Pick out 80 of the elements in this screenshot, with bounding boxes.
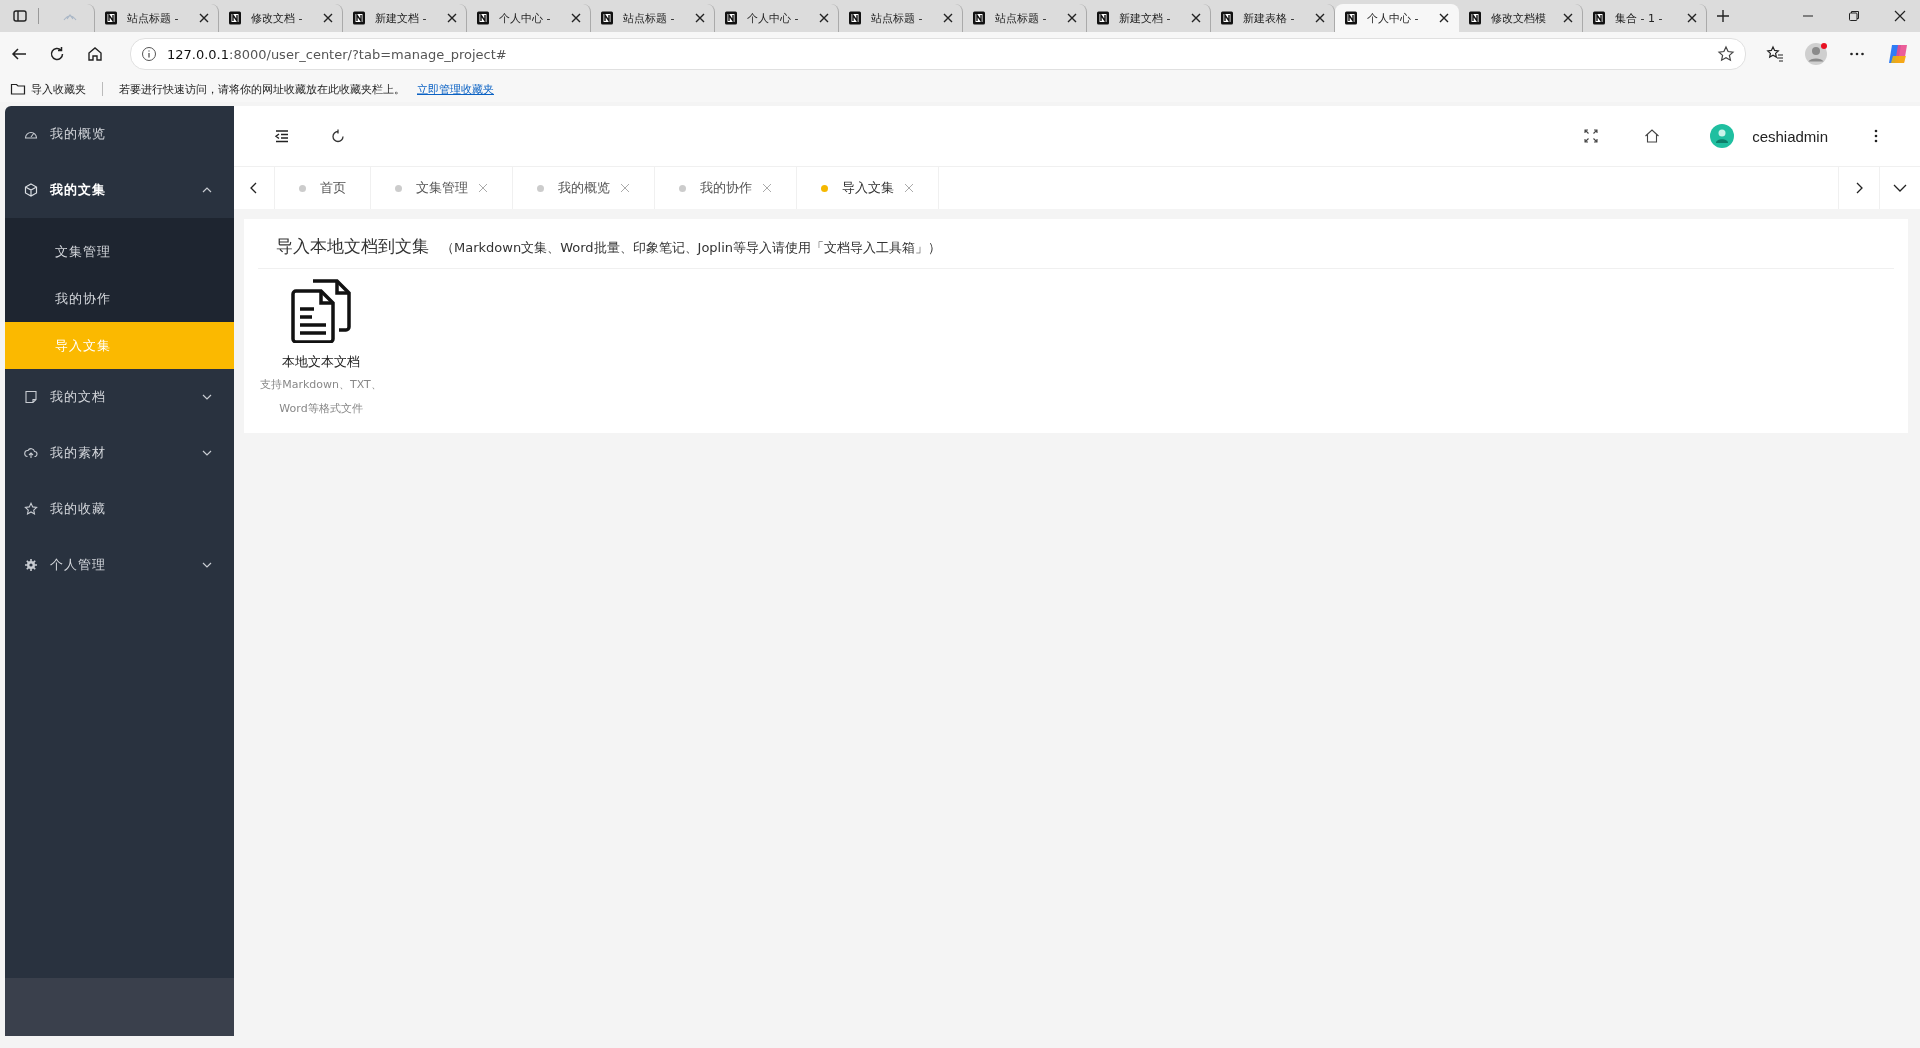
- import-favorites-button[interactable]: 导入收藏夹: [10, 81, 86, 97]
- info-icon: [141, 46, 157, 62]
- cube-icon: [24, 183, 38, 197]
- page-icon: [847, 10, 863, 26]
- sidebar-item[interactable]: 我的概览: [5, 106, 234, 162]
- tab-actions-icon[interactable]: [12, 8, 28, 24]
- page-icon: [227, 10, 243, 26]
- sidebar-item[interactable]: 个人管理: [5, 537, 234, 593]
- card-title: 导入本地文档到文集: [276, 235, 429, 258]
- page-icon: [599, 10, 615, 26]
- page-tab[interactable]: 导入文集: [797, 167, 939, 209]
- close-icon[interactable]: [1314, 12, 1326, 24]
- chevron-icon: [202, 187, 212, 193]
- close-icon[interactable]: [570, 12, 582, 24]
- close-icon[interactable]: [1894, 10, 1906, 22]
- close-icon[interactable]: [1438, 12, 1450, 24]
- manage-favorites-link[interactable]: 立即管理收藏夹: [417, 81, 494, 97]
- folder-icon: [10, 81, 26, 97]
- close-icon[interactable]: [1066, 12, 1078, 24]
- page-icon: [971, 10, 987, 26]
- close-icon[interactable]: [1562, 12, 1574, 24]
- page-icon: [1591, 10, 1607, 26]
- page-tab[interactable]: 首页: [275, 167, 371, 209]
- page-icon: [1467, 10, 1483, 26]
- home-icon[interactable]: [1644, 128, 1661, 144]
- close-icon[interactable]: [446, 12, 458, 24]
- close-icon[interactable]: [1686, 12, 1698, 24]
- document-icon: [24, 390, 38, 404]
- page-icon: [475, 10, 491, 26]
- user-name[interactable]: ceshiadmin: [1752, 127, 1828, 145]
- documents-icon: [291, 279, 351, 343]
- sidebar-item[interactable]: 我的素材: [5, 425, 234, 481]
- close-icon[interactable]: [322, 12, 334, 24]
- status-dot: [821, 184, 828, 192]
- profile-icon[interactable]: [1804, 42, 1828, 66]
- chevron-icon: [202, 450, 212, 456]
- chevron-icon: [202, 562, 212, 568]
- page-icon: [1095, 10, 1111, 26]
- favorites-hint: 若要进行快速访问，请将你的网址收藏放在此收藏夹栏上。: [119, 81, 405, 97]
- star-icon: [24, 502, 38, 516]
- page-icon: [351, 10, 367, 26]
- browser-tab[interactable]: 个人中心 -: [1335, 4, 1459, 32]
- copilot-icon[interactable]: [1886, 42, 1910, 66]
- address-field[interactable]: 127.0.0.1:8000/user_center/?tab=manage_project#: [130, 38, 1746, 70]
- page-tab[interactable]: 文集管理: [371, 167, 513, 209]
- import-option[interactable]: 本地文本文档 支持Markdown、TXT、Word等格式文件: [258, 279, 384, 421]
- close-icon[interactable]: [942, 12, 954, 24]
- favorite-star-icon[interactable]: [1717, 45, 1735, 63]
- sidebar-item[interactable]: 我的收藏: [5, 481, 234, 537]
- sidebar-item[interactable]: 我的文档: [5, 369, 234, 425]
- page-icon: [723, 10, 739, 26]
- page-icon: [1343, 10, 1359, 26]
- restore-icon[interactable]: [1848, 10, 1860, 22]
- favorites-icon[interactable]: [1766, 45, 1784, 63]
- status-dot: [537, 184, 544, 192]
- refresh-icon[interactable]: [330, 128, 346, 144]
- collapse-menu-icon[interactable]: [274, 128, 290, 144]
- avatar-icon: [1710, 124, 1735, 148]
- fullscreen-icon[interactable]: [1584, 129, 1599, 143]
- chevron-icon: [202, 394, 212, 400]
- gear-icon: [24, 558, 38, 572]
- close-icon[interactable]: [198, 12, 210, 24]
- home-icon[interactable]: [86, 45, 104, 63]
- sidebar-item[interactable]: 我的文集: [5, 162, 234, 218]
- close-icon[interactable]: [1190, 12, 1202, 24]
- status-dot: [679, 184, 686, 192]
- close-icon[interactable]: [694, 12, 706, 24]
- sidebar-subitem[interactable]: 文集管理: [5, 228, 234, 275]
- page-tab[interactable]: 我的协作: [655, 167, 797, 209]
- card-note: （Markdown文集、Word批量、印象笔记、Joplin等导入请使用「文档导入工具箱」）: [441, 239, 942, 257]
- page-tab[interactable]: 我的概览: [513, 167, 655, 209]
- page-icon: [1219, 10, 1235, 26]
- cloud-upload-icon: [24, 446, 38, 460]
- refresh-icon[interactable]: [48, 45, 66, 63]
- new-tab-icon[interactable]: [1715, 8, 1731, 24]
- close-icon[interactable]: [818, 12, 830, 24]
- status-dot: [395, 184, 402, 192]
- status-dot: [299, 184, 306, 192]
- sidebar-subitem[interactable]: 我的协作: [5, 275, 234, 322]
- page-icon: [103, 10, 119, 26]
